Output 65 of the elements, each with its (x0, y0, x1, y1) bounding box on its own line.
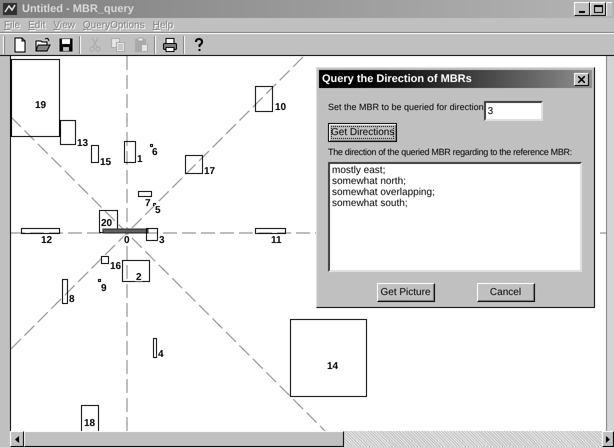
mbr-label: 3 (159, 235, 165, 246)
minimize-button[interactable] (574, 2, 590, 16)
mbr-rectangle (101, 256, 109, 264)
close-button[interactable] (574, 72, 589, 86)
maximize-icon (594, 5, 602, 13)
dialog-button[interactable]: Get Picture (376, 283, 434, 302)
scissors-icon (86, 36, 102, 52)
mbr-label: 13 (77, 138, 88, 149)
copy-icon (110, 36, 126, 52)
result-text-area[interactable]: mostly east; somewhat north; somewhat overlapping; somewhat south; (328, 162, 582, 272)
minimize-icon (579, 11, 585, 13)
result-label: The direction of the queried MBR regarding to the reference MBR: (328, 147, 572, 158)
app-icon (2, 2, 18, 16)
mbr-label: 18 (84, 418, 96, 429)
right-arrow-icon (606, 436, 610, 442)
scroll-thumb[interactable] (24, 431, 344, 447)
mbr-label: 14 (327, 361, 338, 372)
mbr-label: 4 (158, 349, 164, 360)
mbr-label: 6 (152, 147, 158, 158)
close-icon (578, 76, 585, 82)
left-arrow-icon (15, 436, 19, 442)
mbr-rectangle (21, 228, 60, 234)
result-line: somewhat overlapping; (332, 187, 436, 198)
mbr-label: 9 (101, 283, 107, 294)
dialog-button[interactable]: Cancel (476, 283, 534, 302)
window-title: Untitled - MBR_query (22, 2, 134, 17)
mbr-label: 8 (69, 294, 75, 305)
mbr-label: 20 (101, 218, 112, 229)
mbr-rectangle (146, 228, 158, 241)
result-line: mostly east; (332, 165, 386, 176)
maximize-button[interactable] (590, 2, 606, 16)
printer-icon (162, 36, 178, 52)
mbr-label: 11 (271, 235, 282, 246)
mbr-label: 15 (100, 157, 112, 168)
scroll-right-button[interactable] (602, 431, 614, 447)
mbr-input-field[interactable]: 3 (484, 101, 543, 121)
mbr-label: 16 (110, 261, 122, 272)
result-line: somewhat south; (332, 198, 409, 209)
mbr-label: 7 (145, 198, 151, 209)
mbr-label: 1 (137, 154, 143, 165)
prompt-label: Set the MBR to be queried for direction (328, 101, 484, 114)
new-document-icon (12, 36, 28, 52)
mbr-rectangle (122, 260, 150, 282)
get-directions-button[interactable]: Get Directions (328, 123, 398, 142)
mbr-rectangle (124, 141, 136, 163)
mbr-rectangle (255, 86, 273, 112)
result-line: somewhat north; (332, 176, 407, 187)
horizontal-scrollbar[interactable] (10, 431, 614, 447)
mbr-rectangle (255, 228, 286, 234)
mbr-label: 19 (35, 100, 46, 111)
clipboard-icon (132, 36, 148, 52)
mbr-rectangle (185, 155, 203, 174)
vertical-scrollbar[interactable] (606, 56, 614, 431)
mbr-label: 2 (136, 272, 142, 283)
scroll-left-button[interactable] (10, 431, 24, 447)
mbr-rectangle (62, 279, 68, 304)
mbr-label: 0 (124, 235, 130, 246)
mbr-rectangle (91, 145, 99, 163)
mbr-label: 17 (204, 166, 216, 177)
mbr-label: 5 (155, 205, 161, 216)
mbr-label: 12 (41, 235, 52, 246)
mbr-label: 10 (275, 102, 286, 113)
folder-icon (34, 36, 50, 52)
dialog-title: Query the Direction of MBRs (322, 72, 472, 87)
mbr-rectangle (138, 191, 152, 197)
